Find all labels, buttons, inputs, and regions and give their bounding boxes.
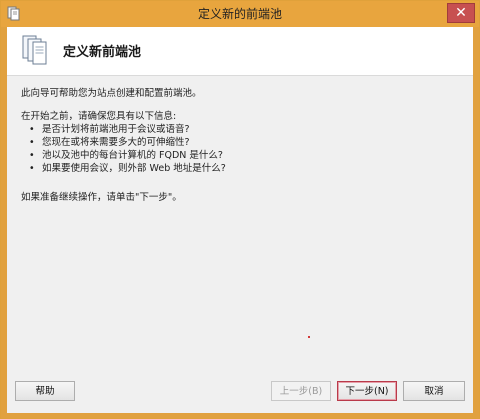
- page-title: 定义新前端池: [63, 45, 142, 60]
- wizard-content: 此向导可帮助您为站点创建和配置前端池。 在开始之前，请确保您具有以下信息: 是否…: [21, 87, 461, 214]
- help-button[interactable]: 帮助: [15, 381, 75, 401]
- title-bar[interactable]: 定义新的前端池 ✕: [1, 1, 479, 27]
- close-icon: ✕: [455, 5, 467, 21]
- button-row: 帮助 上一步(B) 下一步(N) 取消: [7, 381, 473, 403]
- wizard-client-area: 定义新前端池 此向导可帮助您为站点创建和配置前端池。 在开始之前，请确保您具有以…: [7, 27, 473, 413]
- wizard-header: 定义新前端池: [7, 27, 473, 76]
- list-item: 您现在或将来需要多大的可伸缩性?: [29, 136, 461, 149]
- cancel-button[interactable]: 取消: [403, 381, 465, 401]
- intro-text: 此向导可帮助您为站点创建和配置前端池。: [21, 88, 202, 99]
- stray-mark: [308, 336, 310, 338]
- wizard-window: 定义新的前端池 ✕ 定义新前端池 此向导可帮助您为站点创建和配置前端池。 在开始…: [0, 0, 480, 419]
- window-title: 定义新的前端池: [197, 7, 282, 21]
- before-heading: 在开始之前，请确保您具有以下信息:: [21, 111, 177, 122]
- next-button[interactable]: 下一步(N): [337, 381, 397, 401]
- prev-button[interactable]: 上一步(B): [271, 381, 331, 401]
- server-pool-icon: [22, 35, 47, 65]
- list-item: 如果要使用会议，则外部 Web 地址是什么?: [29, 162, 461, 175]
- proceed-text: 如果准备继续操作，请单击"下一步"。: [21, 192, 182, 203]
- requirements-list: 是否计划将前端池用于会议或语音? 您现在或将来需要多大的可伸缩性? 池以及池中的…: [29, 123, 461, 175]
- list-item: 是否计划将前端池用于会议或语音?: [29, 123, 461, 136]
- close-button[interactable]: ✕: [447, 3, 475, 23]
- list-item: 池以及池中的每台计算机的 FQDN 是什么?: [29, 149, 461, 162]
